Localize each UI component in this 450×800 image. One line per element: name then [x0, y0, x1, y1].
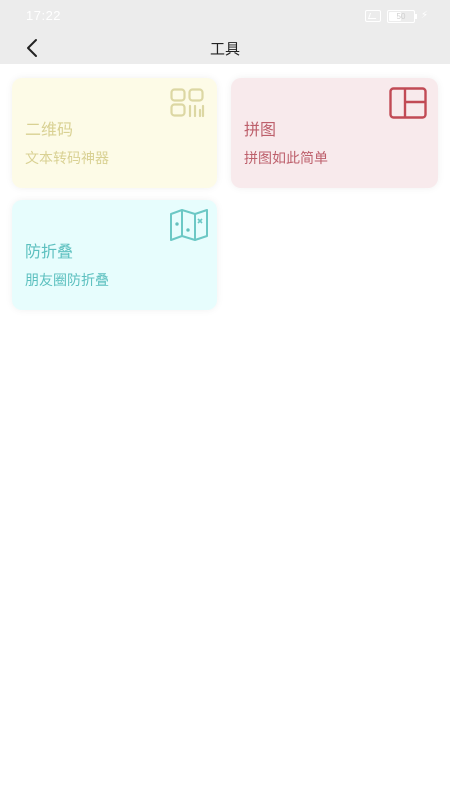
- page-title: 工具: [209, 40, 240, 58]
- tool-card-subtitle: 拼图如此简单: [244, 151, 328, 167]
- tool-card-title: 二维码: [25, 120, 74, 139]
- layout-grid-icon: [389, 87, 427, 119]
- tool-card-title: 拼图: [244, 120, 277, 139]
- battery-icon: 50: [386, 9, 417, 23]
- battery-level: 50: [396, 11, 406, 21]
- tool-card-subtitle: 朋友圈防折叠: [25, 273, 109, 289]
- map-icon: [170, 209, 208, 241]
- tool-card-subtitle: 文本转码神器: [25, 151, 109, 167]
- sim-card-icon: [364, 10, 381, 22]
- status-icons: 50 ⚡: [364, 9, 428, 23]
- tool-card-qrcode[interactable]: 二维码 文本转码神器: [12, 78, 217, 188]
- tool-card-anti-fold[interactable]: 防折叠 朋友圈防折叠: [12, 200, 217, 310]
- battery-tip: [414, 13, 417, 19]
- app-bar: 工具: [0, 32, 450, 64]
- qr-code-icon: [170, 88, 205, 118]
- status-bar: 17:22 50 ⚡: [0, 0, 450, 32]
- status-time: 17:22: [26, 8, 62, 23]
- charging-icon: ⚡: [420, 10, 428, 21]
- tool-card-title: 防折叠: [25, 242, 74, 261]
- tool-card-collage[interactable]: 拼图 拼图如此简单: [231, 78, 438, 188]
